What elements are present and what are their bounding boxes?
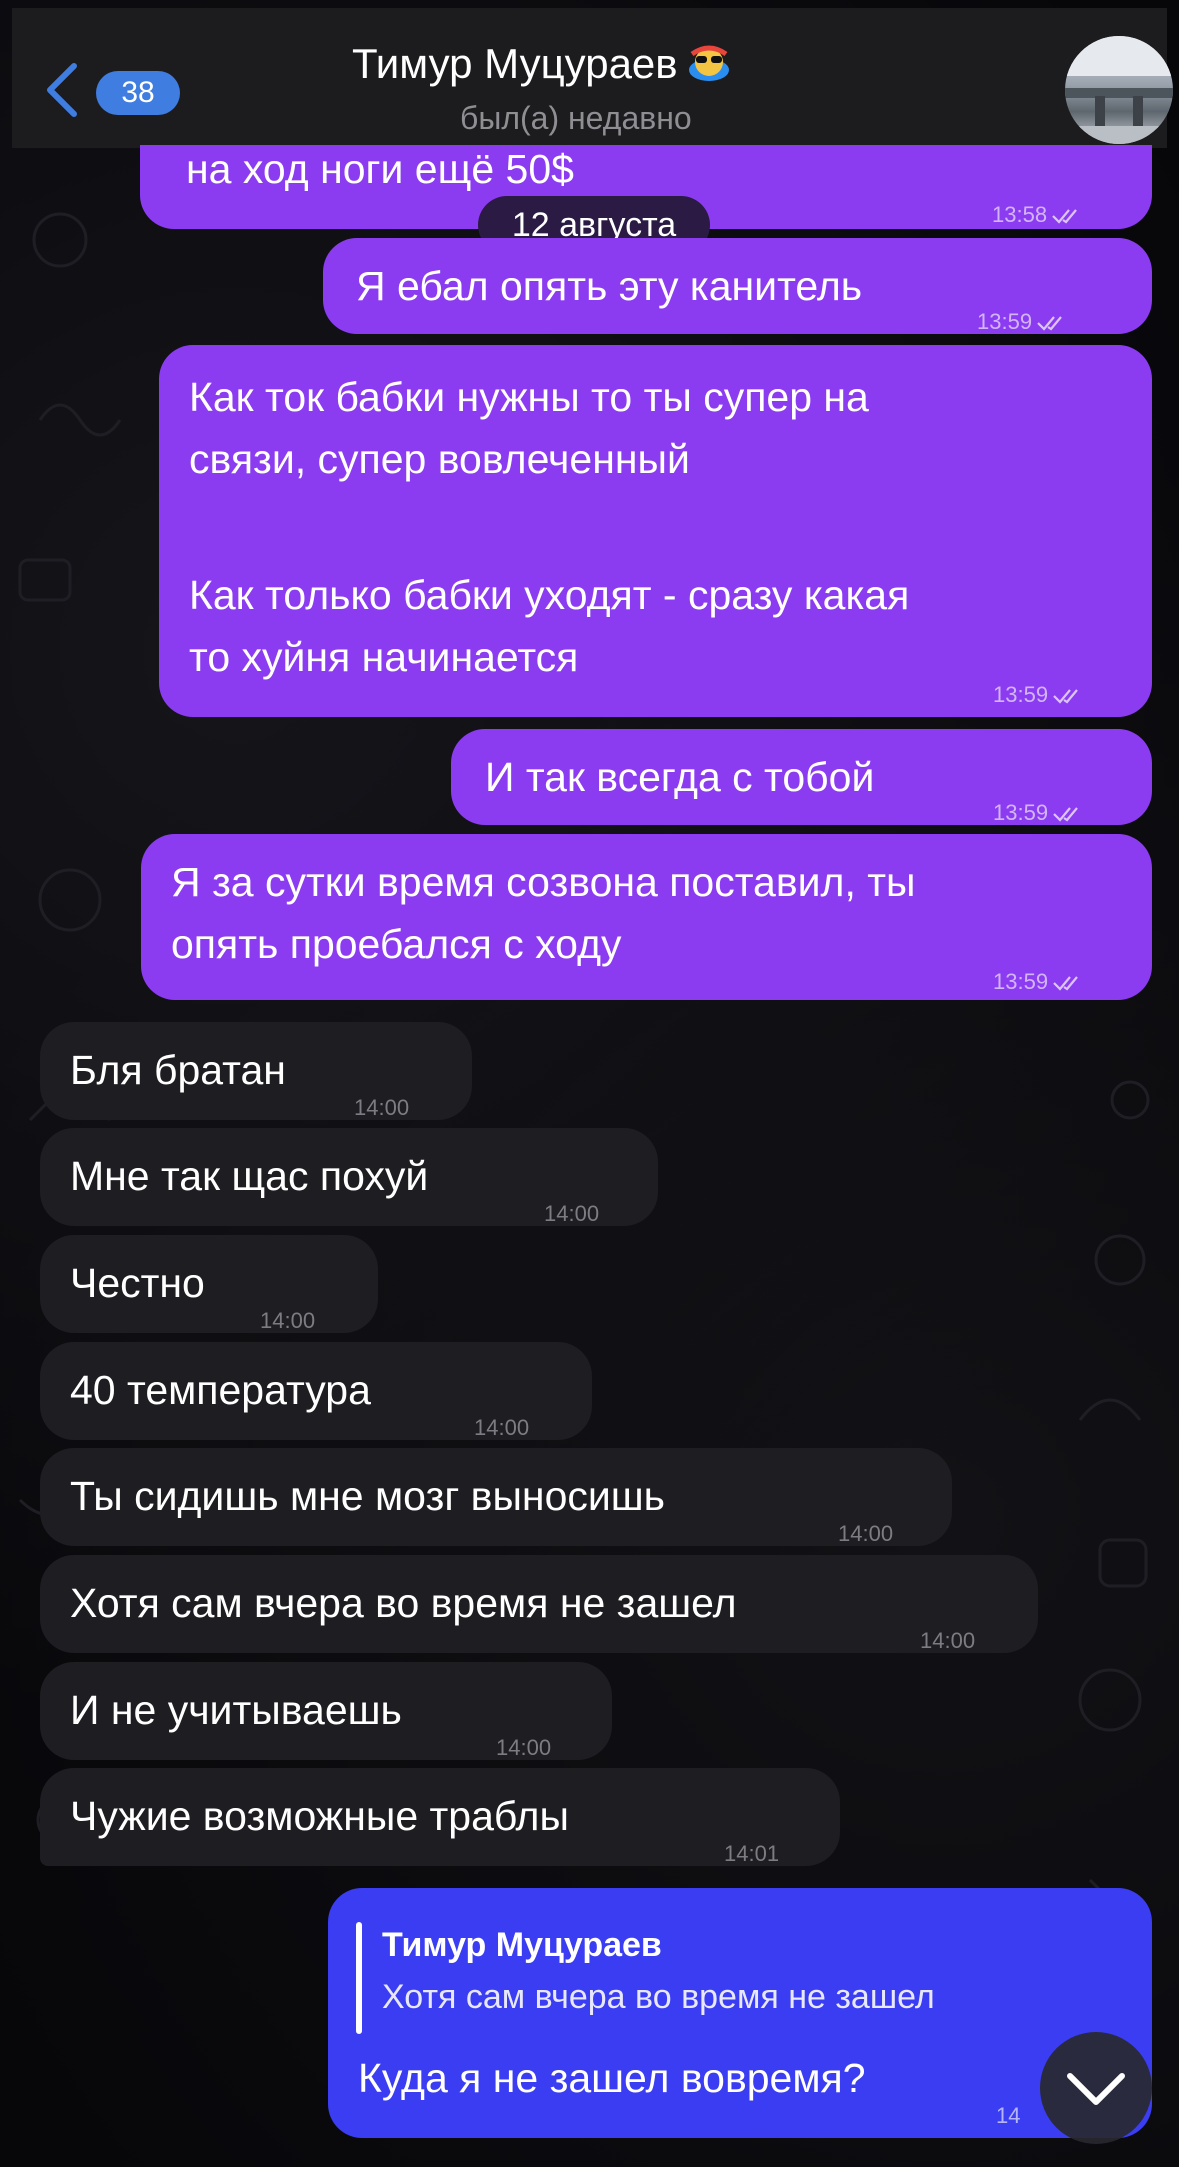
- message-text-line: Как ток бабки нужны то ты супер на: [189, 374, 869, 420]
- avatar-image: [1065, 36, 1173, 144]
- chat-header: 38 Тимур Муцураев был(а) недавно: [12, 8, 1173, 148]
- message-bubble-outgoing[interactable]: И так всегда с тобой 13:59: [451, 729, 1152, 825]
- message-text: Куда я не зашел вовремя?: [358, 2055, 866, 2101]
- reply-quote-bar: [356, 1922, 362, 2034]
- message-time: 13:58: [992, 185, 1083, 245]
- message-text: на ход ноги ещё 50$: [186, 146, 574, 192]
- back-chevron-icon[interactable]: [42, 60, 82, 120]
- unread-count-badge[interactable]: 38: [96, 71, 180, 115]
- message-time: 14: [996, 2103, 1021, 2128]
- message-text: Я ебал опять эту канитель: [356, 263, 863, 309]
- double-check-icon: [1053, 807, 1078, 822]
- message-text: Мне так щас похуй: [70, 1153, 429, 1199]
- message-bubble-incoming[interactable]: 40 температура 14:00: [40, 1342, 592, 1440]
- message-bubble-incoming[interactable]: Честно 14:00: [40, 1235, 378, 1333]
- message-text: 40 температура: [70, 1367, 371, 1413]
- chat-title[interactable]: Тимур Муцураев: [352, 40, 732, 90]
- message-bubble-incoming[interactable]: Мне так щас похуй 14:00: [40, 1128, 658, 1226]
- chevron-down-icon: [1067, 2073, 1125, 2105]
- message-text: Хотя сам вчера во время не зашел: [70, 1580, 737, 1626]
- double-check-icon: [1053, 976, 1078, 991]
- message-time-value: 13:58: [992, 202, 1048, 227]
- message-bubble-incoming[interactable]: Чужие возможные траблы 14:01: [40, 1768, 840, 1866]
- last-seen-status: был(а) недавно: [460, 100, 692, 136]
- message-text-line: Я за сутки время созвона поставил, ты: [171, 859, 916, 905]
- message-time: 13:59: [977, 292, 1068, 352]
- double-check-icon: [1052, 209, 1077, 224]
- message-text: Бля братан: [70, 1047, 286, 1093]
- message-bubble-outgoing[interactable]: Я за сутки время созвона поставил, ты оп…: [141, 834, 1152, 1000]
- message-text-line: связи, супер вовлеченный: [189, 436, 690, 482]
- message-time-value: 13:59: [993, 682, 1049, 707]
- double-check-icon: [1037, 316, 1062, 331]
- message-time-value: 13:59: [993, 969, 1049, 994]
- message-text: И не учитываешь: [70, 1687, 402, 1733]
- message-text: Чужие возможные траблы: [70, 1793, 569, 1839]
- message-time: 14:00: [544, 1201, 600, 1226]
- scroll-to-bottom-button[interactable]: [1040, 2032, 1152, 2144]
- message-text: Честно: [70, 1260, 205, 1306]
- message-bubble-incoming[interactable]: Хотя сам вчера во время не зашел 14:00: [40, 1555, 1038, 1653]
- message-text: И так всегда с тобой: [485, 754, 875, 800]
- message-text-line: опять проебался с ходу: [171, 921, 622, 967]
- message-bubble-incoming[interactable]: И не учитываешь 14:00: [40, 1662, 612, 1760]
- message-bubble-outgoing[interactable]: Я ебал опять эту канитель 13:59: [323, 238, 1152, 334]
- reply-quote-author[interactable]: Тимур Муцураев: [382, 1926, 662, 1965]
- message-bubble-outgoing[interactable]: Как ток бабки нужны то ты супер на связи…: [159, 345, 1152, 717]
- contact-avatar[interactable]: [1065, 36, 1173, 144]
- double-check-icon: [1053, 689, 1078, 704]
- contact-name[interactable]: Тимур Муцураев: [352, 40, 678, 87]
- message-time: 14:01: [724, 1841, 780, 1866]
- message-time-value: 13:59: [993, 800, 1049, 825]
- message-text: Ты сидишь мне мозг выносишь: [70, 1473, 666, 1519]
- message-time: 14:00: [920, 1628, 976, 1653]
- message-text-line: Как только бабки уходят - сразу какая: [189, 572, 910, 618]
- sunglasses-emoji-icon: [688, 45, 729, 81]
- reply-quote-text[interactable]: Хотя сам вчера во время не зашел: [382, 1978, 935, 2017]
- message-bubble-incoming[interactable]: Ты сидишь мне мозг выносишь 14:00: [40, 1448, 952, 1546]
- message-time-value: 13:59: [977, 309, 1033, 334]
- message-time: 13:59: [993, 665, 1084, 725]
- message-time: 13:59: [993, 952, 1084, 1012]
- message-bubble-incoming[interactable]: Бля братан 14:00: [40, 1022, 472, 1120]
- message-text-line: то хуйня начинается: [189, 634, 579, 680]
